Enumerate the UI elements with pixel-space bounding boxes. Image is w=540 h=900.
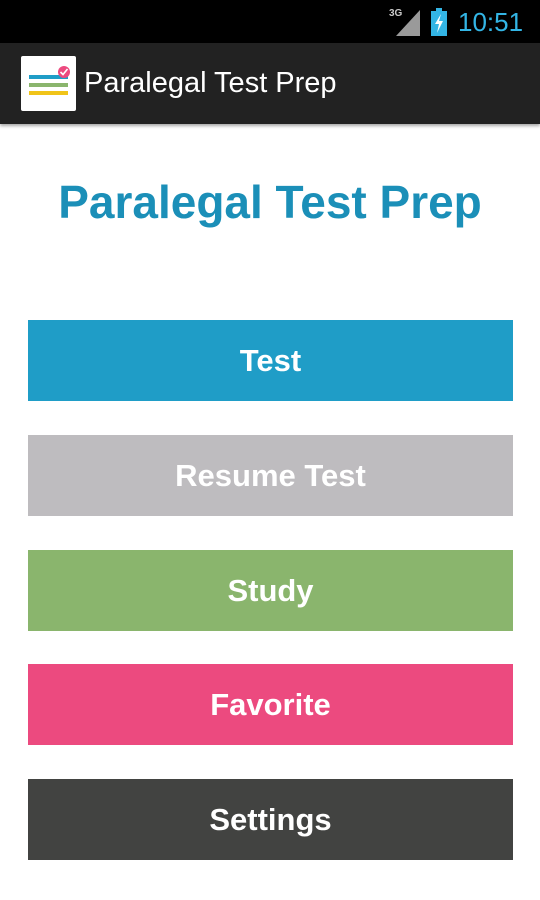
resume-test-button[interactable]: Resume Test bbox=[28, 435, 513, 516]
clock: 10:51 bbox=[458, 7, 524, 37]
study-button[interactable]: Study bbox=[28, 550, 513, 631]
action-bar: Paralegal Test Prep bbox=[0, 43, 540, 124]
page-title: Paralegal Test Prep bbox=[58, 176, 482, 228]
settings-button[interactable]: Settings bbox=[28, 779, 513, 860]
signal-icon bbox=[396, 10, 420, 36]
test-button[interactable]: Test bbox=[28, 320, 513, 401]
app-logo-icon[interactable] bbox=[21, 56, 76, 111]
favorite-button[interactable]: Favorite bbox=[28, 664, 513, 745]
battery-charging-icon bbox=[431, 8, 447, 36]
action-bar-title: Paralegal Test Prep bbox=[84, 67, 337, 99]
status-bar: 3G 10:51 bbox=[0, 0, 540, 43]
